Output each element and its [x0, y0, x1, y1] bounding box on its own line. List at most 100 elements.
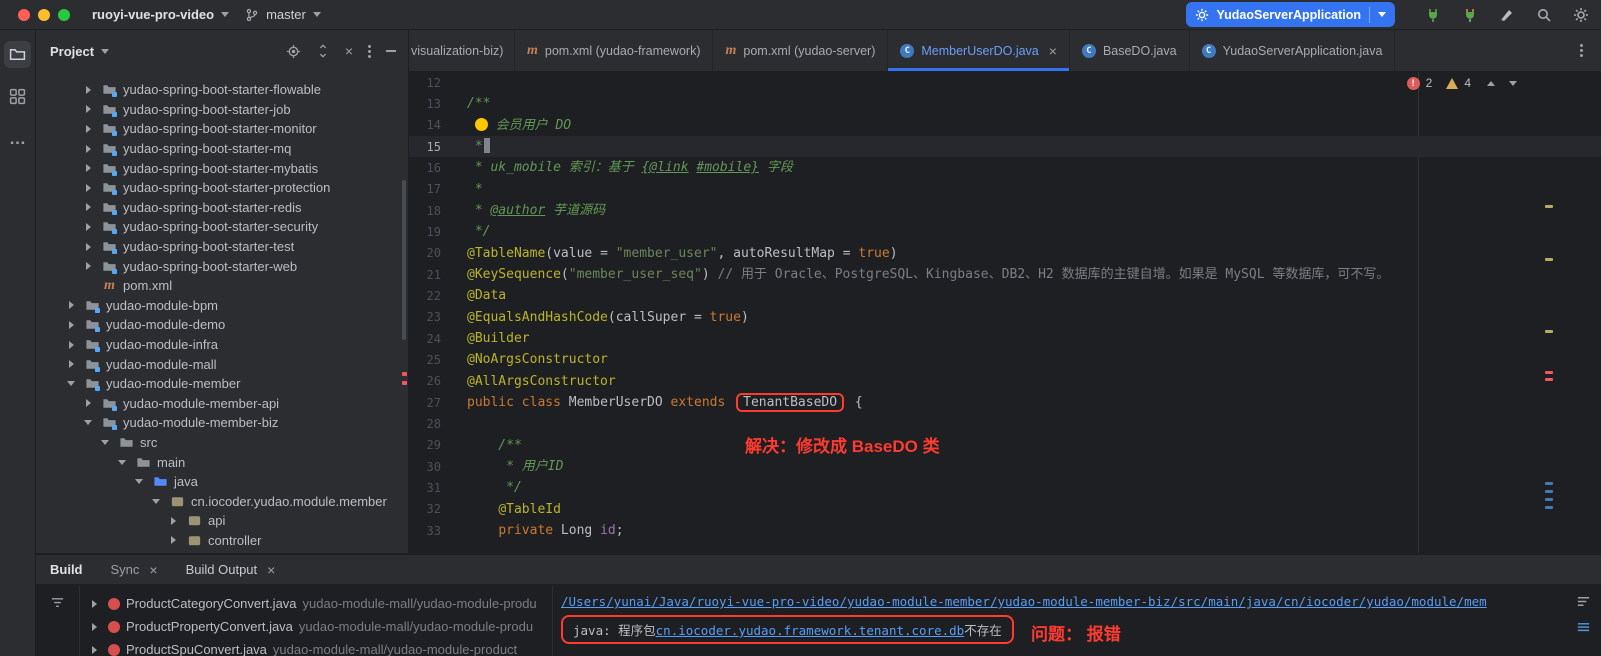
tree-chevron-icon[interactable] — [97, 440, 113, 445]
code-line[interactable]: 31 */ — [409, 477, 1601, 498]
editor-tab-pom-xml-yudao-framework[interactable]: mpom.xml (yudao-framework) — [515, 30, 713, 71]
settings-icon[interactable] — [1573, 7, 1589, 23]
tree-chevron-icon[interactable] — [80, 243, 96, 251]
plugin-action-icon-2[interactable] — [1462, 7, 1478, 23]
code-line[interactable]: 18 * @author 芋道源码 — [409, 200, 1601, 221]
tree-chevron-icon[interactable] — [165, 517, 181, 525]
inspections-widget[interactable]: ! 2 4 — [1407, 76, 1517, 90]
tree-item-cn-iocoder-yudao-module-member[interactable]: cn.iocoder.yudao.module.member — [36, 491, 408, 511]
close-tab-icon[interactable]: × — [1049, 43, 1057, 59]
tree-item-yudao-module-bpm[interactable]: yudao-module-bpm — [36, 296, 408, 316]
code-line[interactable]: 21@KeySequence("member_user_seq") // 用于 … — [409, 264, 1601, 285]
file-path-link[interactable]: /Users/yunai/Java/ruoyi-vue-pro-video/yu… — [561, 594, 1601, 609]
code-line[interactable]: 26@AllArgsConstructor — [409, 371, 1601, 392]
code-line[interactable]: 27public class MemberUserDO extends Tena… — [409, 392, 1601, 413]
tree-item-yudao-spring-boot-starter-mybatis[interactable]: yudao-spring-boot-starter-mybatis — [36, 158, 408, 178]
minimize-window-button[interactable] — [38, 9, 50, 21]
editor-tab-pom-xml-yudao-server[interactable]: mpom.xml (yudao-server) — [713, 30, 888, 71]
code-line[interactable]: 25@NoArgsConstructor — [409, 349, 1601, 370]
tree-item-yudao-spring-boot-starter-monitor[interactable]: yudao-spring-boot-starter-monitor — [36, 119, 408, 139]
tree-chevron-icon[interactable] — [80, 399, 96, 407]
tree-item-yudao-spring-boot-starter-test[interactable]: yudao-spring-boot-starter-test — [36, 237, 408, 257]
tree-chevron-icon[interactable] — [63, 321, 79, 329]
tree-chevron-icon[interactable] — [80, 420, 96, 425]
project-scrollbar[interactable] — [402, 180, 406, 340]
editor-tab-basedo-java[interactable]: CBaseDO.java — [1070, 30, 1190, 71]
stripe-mark[interactable] — [1545, 258, 1553, 261]
code-line[interactable]: 23@EqualsAndHashCode(callSuper = true) — [409, 307, 1601, 328]
tree-chevron-icon[interactable] — [114, 460, 130, 465]
tree-item-yudao-spring-boot-starter-protection[interactable]: yudao-spring-boot-starter-protection — [36, 178, 408, 198]
stripe-mark[interactable] — [1545, 490, 1553, 493]
stripe-mark[interactable] — [1545, 506, 1553, 509]
code-line[interactable]: 33 private Long id; — [409, 520, 1601, 541]
project-tool-icon[interactable] — [4, 41, 31, 68]
tree-chevron-icon[interactable] — [63, 360, 79, 368]
build-file-row-productspuconvert-java[interactable]: ProductSpuConvert.javayudao-module-mall/… — [86, 638, 552, 656]
tree-item-yudao-spring-boot-starter-mq[interactable]: yudao-spring-boot-starter-mq — [36, 139, 408, 159]
editor-tab-visualization-biz[interactable]: visualization-biz) — [409, 30, 515, 71]
close-icon[interactable]: × — [267, 562, 275, 578]
code-line[interactable]: 19 */ — [409, 221, 1601, 242]
close-window-button[interactable] — [18, 9, 30, 21]
tree-chevron-icon[interactable] — [80, 105, 96, 113]
project-switcher[interactable]: ruoyi-vue-pro-video — [92, 7, 229, 22]
code-line[interactable]: 17 * — [409, 179, 1601, 200]
tree-chevron-icon[interactable] — [80, 164, 96, 172]
previous-problem-icon[interactable] — [1487, 81, 1495, 86]
maximize-window-button[interactable] — [58, 9, 70, 21]
next-problem-icon[interactable] — [1509, 81, 1517, 86]
tree-chevron-icon[interactable] — [80, 125, 96, 133]
code-line[interactable]: 13/** — [409, 93, 1601, 114]
tree-item-src[interactable]: src — [36, 433, 408, 453]
hide-panel-icon[interactable] — [386, 50, 396, 52]
code-line[interactable]: 15 * — [409, 136, 1601, 157]
editor-tab-yudaoserverapplication-java[interactable]: CYudaoServerApplication.java — [1190, 30, 1396, 71]
close-icon[interactable]: × — [149, 562, 157, 578]
tree-item-yudao-spring-boot-starter-redis[interactable]: yudao-spring-boot-starter-redis — [36, 198, 408, 218]
branch-switcher[interactable]: master — [245, 7, 321, 22]
tree-chevron-icon[interactable] — [63, 301, 79, 309]
tree-item-yudao-module-infra[interactable]: yudao-module-infra — [36, 335, 408, 355]
row-chevron-icon[interactable] — [86, 646, 102, 654]
tree-item-main[interactable]: main — [36, 452, 408, 472]
tree-chevron-icon[interactable] — [63, 381, 79, 386]
editor-body[interactable]: 1213/**14 会员用户 DO15 *16 * uk_mobile 索引：基… — [409, 72, 1601, 553]
code-line[interactable]: 22@Data — [409, 285, 1601, 306]
search-icon[interactable] — [1536, 7, 1552, 23]
structure-tool-icon[interactable] — [4, 83, 31, 110]
filter-icon[interactable] — [50, 596, 65, 656]
code-line[interactable]: 24@Builder — [409, 328, 1601, 349]
more-tool-windows-icon[interactable]: … — [4, 125, 31, 152]
tree-chevron-icon[interactable] — [148, 499, 164, 504]
code-line[interactable]: 29 /** — [409, 435, 1601, 456]
tree-item-yudao-spring-boot-starter-job[interactable]: yudao-spring-boot-starter-job — [36, 100, 408, 120]
tree-chevron-icon[interactable] — [131, 479, 147, 484]
tree-item-api[interactable]: api — [36, 511, 408, 531]
code-line[interactable]: 16 * uk_mobile 索引：基于 {@link #mobile} 字段 — [409, 157, 1601, 178]
tree-item-yudao-module-member-api[interactable]: yudao-module-member-api — [36, 394, 408, 414]
build-file-row-productcategoryconvert-java[interactable]: ProductCategoryConvert.javayudao-module-… — [86, 592, 552, 615]
plugin-action-icon-3[interactable] — [1499, 7, 1515, 23]
tree-chevron-icon[interactable] — [80, 262, 96, 270]
stripe-mark[interactable] — [1545, 371, 1553, 374]
plugin-action-icon-1[interactable] — [1425, 7, 1441, 23]
tab-sync[interactable]: Sync × — [111, 562, 158, 578]
tab-build-output[interactable]: Build Output × — [186, 562, 276, 578]
code-line[interactable]: 32 @TableId — [409, 499, 1601, 520]
more-options-icon[interactable] — [368, 50, 371, 53]
tree-chevron-icon[interactable] — [80, 86, 96, 94]
tree-item-yudao-module-member[interactable]: yudao-module-member — [36, 374, 408, 394]
code-line[interactable]: 20@TableName(value = "member_user", auto… — [409, 243, 1601, 264]
project-view-selector[interactable]: Project — [50, 44, 109, 59]
build-file-row-productpropertyconvert-java[interactable]: ProductPropertyConvert.javayudao-module-… — [86, 615, 552, 638]
tree-item-yudao-module-member-biz[interactable]: yudao-module-member-biz — [36, 413, 408, 433]
stripe-mark[interactable] — [1545, 498, 1553, 501]
stripe-mark[interactable] — [1545, 330, 1553, 333]
tree-item-controller[interactable]: controller — [36, 531, 408, 551]
tree-chevron-icon[interactable] — [165, 536, 181, 544]
tree-item-java[interactable]: java — [36, 472, 408, 492]
collapse-all-icon[interactable]: × — [345, 44, 353, 58]
build-error-package-link[interactable]: cn.iocoder.yudao.framework.tenant.core.d… — [656, 623, 965, 638]
tree-chevron-icon[interactable] — [80, 184, 96, 192]
